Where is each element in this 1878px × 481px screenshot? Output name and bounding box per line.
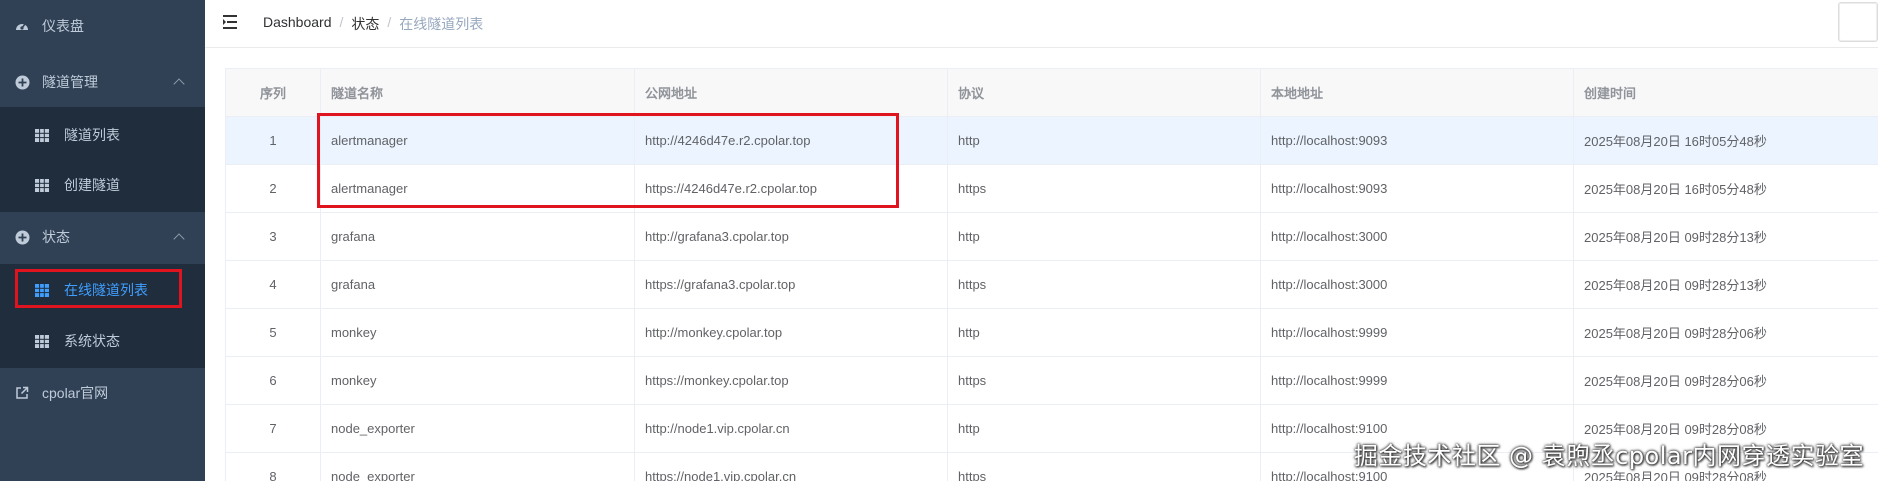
cell-index: 4 — [225, 260, 321, 309]
sidebar-item-label: 隧道管理 — [42, 74, 98, 90]
plus-circle-icon — [14, 229, 30, 245]
cell-protocol: https — [947, 356, 1261, 405]
column-header-index: 序列 — [225, 68, 321, 117]
cell-created-time: 2025年08月20日 09时28分06秒 — [1573, 356, 1878, 405]
sidebar-item-label: 创建隧道 — [64, 177, 120, 193]
cell-tunnel-name: monkey — [320, 356, 635, 405]
breadcrumb-separator: / — [339, 14, 344, 30]
breadcrumb: Dashboard / 状态 / 在线隧道列表 — [263, 14, 483, 34]
column-header-protocol: 协议 — [947, 68, 1261, 117]
column-header-tunnel-name: 隧道名称 — [320, 68, 635, 117]
cell-protocol: http — [947, 404, 1261, 453]
sidebar-item-system-status[interactable]: 系统状态 — [0, 316, 205, 366]
cell-public-url: https://monkey.cpolar.top — [634, 356, 948, 405]
column-header-public-url: 公网地址 — [634, 68, 948, 117]
external-link-icon — [14, 385, 30, 401]
cell-created-time: 2025年08月20日 16时05分48秒 — [1573, 164, 1878, 213]
cell-created-time: 2025年08月20日 09时28分13秒 — [1573, 260, 1878, 309]
sidebar-item-dashboard[interactable]: 仪表盘 — [0, 0, 205, 52]
chevron-up-icon — [173, 233, 185, 245]
breadcrumb-item-current: 在线隧道列表 — [399, 16, 484, 32]
sidebar-item-tunnel-list[interactable]: 隧道列表 — [0, 110, 205, 160]
cell-public-url: http://monkey.cpolar.top — [634, 308, 948, 357]
cell-public-url: https://grafana3.cpolar.top — [634, 260, 948, 309]
grid-icon — [34, 177, 50, 193]
cell-index: 6 — [225, 356, 321, 405]
sidebar: 仪表盘 隧道管理 隧道列表 创建隧道 状态 在线隧道列表 系统状态 cpolar… — [0, 0, 205, 481]
cell-local-address: http://localhost:3000 — [1260, 260, 1574, 309]
cell-local-address: http://localhost:3000 — [1260, 212, 1574, 261]
column-header-local-address: 本地地址 — [1260, 68, 1574, 117]
watermark: 掘金技术社区 @ 袁煦丞cpolar内网穿透实验室 — [1353, 442, 1864, 470]
table-row[interactable]: 6 monkey https://monkey.cpolar.top https… — [225, 356, 1878, 405]
cell-local-address: http://localhost:9999 — [1260, 308, 1574, 357]
dashboard-icon — [14, 18, 30, 34]
chevron-up-icon — [173, 78, 185, 90]
cell-tunnel-name: monkey — [320, 308, 635, 357]
cell-index: 5 — [225, 308, 321, 357]
cell-protocol: http — [947, 308, 1261, 357]
cell-protocol: https — [947, 452, 1261, 481]
cell-public-url: https://node1.vip.cpolar.cn — [634, 452, 948, 481]
cell-index: 7 — [225, 404, 321, 453]
sidebar-item-label: 隧道列表 — [64, 127, 120, 143]
cell-protocol: http — [947, 116, 1261, 165]
table-header-row: 序列 隧道名称 公网地址 协议 本地地址 创建时间 — [225, 68, 1878, 117]
cell-local-address: http://localhost:9093 — [1260, 116, 1574, 165]
table-row[interactable]: 4 grafana https://grafana3.cpolar.top ht… — [225, 260, 1878, 309]
annotation-highlight-box — [317, 113, 899, 208]
cell-index: 3 — [225, 212, 321, 261]
hamburger-icon[interactable] — [223, 14, 241, 30]
breadcrumb-separator: / — [387, 14, 392, 30]
sidebar-item-label: 系统状态 — [64, 333, 120, 349]
grid-icon — [34, 333, 50, 349]
navbar: Dashboard / 状态 / 在线隧道列表 — [205, 0, 1878, 48]
column-header-created-time: 创建时间 — [1573, 68, 1878, 117]
cell-index: 2 — [225, 164, 321, 213]
sidebar-item-tunnel-management[interactable]: 隧道管理 — [0, 57, 205, 107]
cell-public-url: http://grafana3.cpolar.top — [634, 212, 948, 261]
breadcrumb-item-status[interactable]: 状态 — [351, 14, 379, 34]
sidebar-item-create-tunnel[interactable]: 创建隧道 — [0, 160, 205, 210]
sidebar-item-label: 仪表盘 — [42, 18, 84, 34]
cell-index: 8 — [225, 452, 321, 481]
breadcrumb-item-dashboard[interactable]: Dashboard — [263, 14, 332, 34]
cell-local-address: http://localhost:9999 — [1260, 356, 1574, 405]
cell-tunnel-name: grafana — [320, 212, 635, 261]
table-row[interactable]: 5 monkey http://monkey.cpolar.top http h… — [225, 308, 1878, 357]
table-row[interactable]: 3 grafana http://grafana3.cpolar.top htt… — [225, 212, 1878, 261]
cell-protocol: https — [947, 164, 1261, 213]
cell-tunnel-name: node_exporter — [320, 452, 635, 481]
annotation-highlight-box — [15, 269, 182, 308]
cell-protocol: https — [947, 260, 1261, 309]
sidebar-item-status[interactable]: 状态 — [0, 212, 205, 262]
plus-circle-icon — [14, 74, 30, 90]
sidebar-item-label: 状态 — [42, 229, 70, 245]
cell-protocol: http — [947, 212, 1261, 261]
cell-tunnel-name: grafana — [320, 260, 635, 309]
cell-created-time: 2025年08月20日 16时05分48秒 — [1573, 116, 1878, 165]
cell-created-time: 2025年08月20日 09时28分13秒 — [1573, 212, 1878, 261]
cell-public-url: http://node1.vip.cpolar.cn — [634, 404, 948, 453]
sidebar-item-cpolar-website[interactable]: cpolar官网 — [0, 368, 205, 418]
cell-created-time: 2025年08月20日 09时28分06秒 — [1573, 308, 1878, 357]
cell-tunnel-name: node_exporter — [320, 404, 635, 453]
cell-index: 1 — [225, 116, 321, 165]
avatar[interactable] — [1838, 2, 1878, 42]
cell-local-address: http://localhost:9093 — [1260, 164, 1574, 213]
grid-icon — [34, 127, 50, 143]
sidebar-item-label: cpolar官网 — [42, 385, 109, 401]
